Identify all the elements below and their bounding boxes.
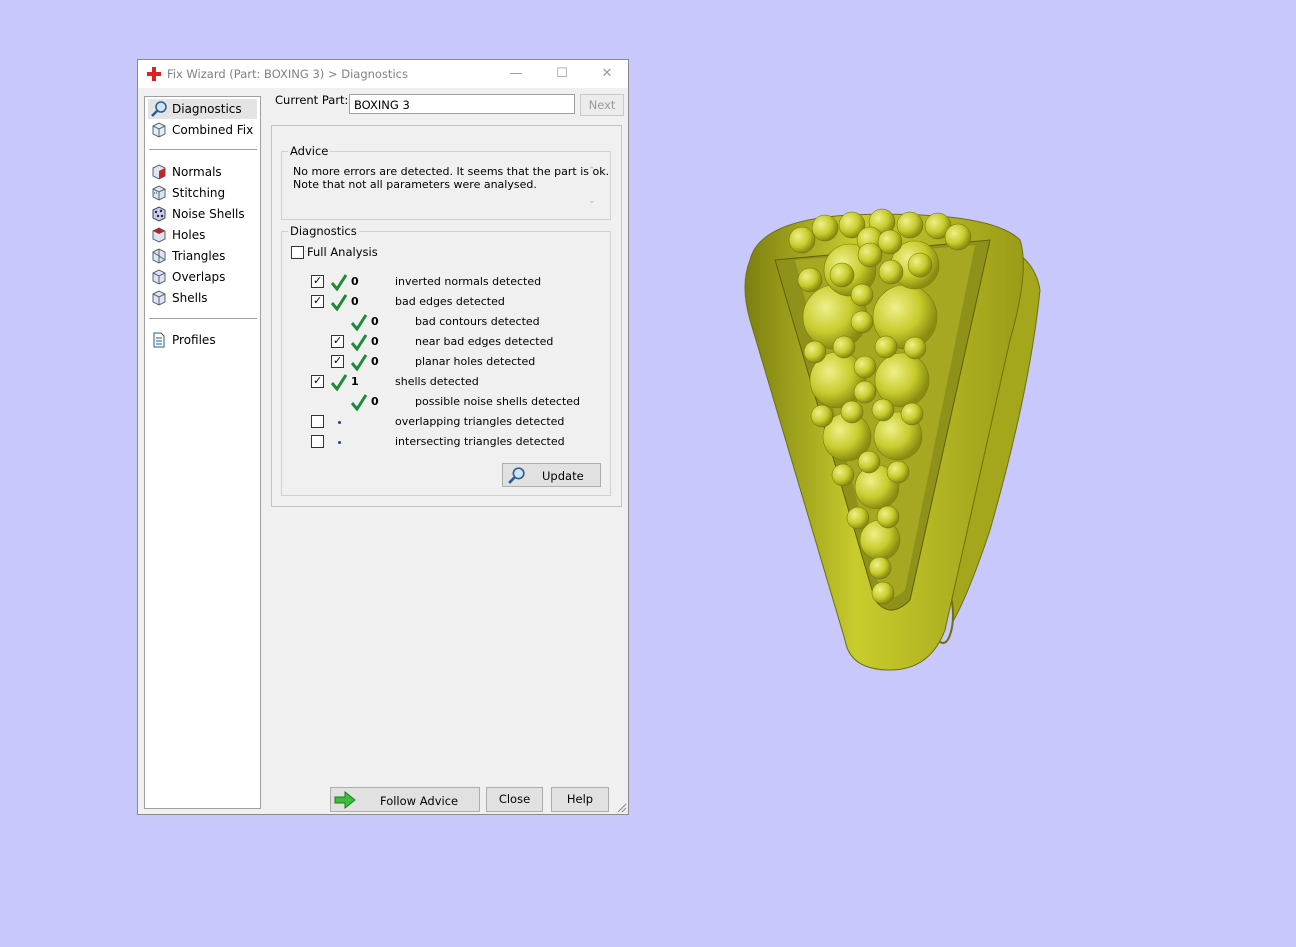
overlapping-triangles-label: overlapping triangles detected <box>395 415 565 428</box>
inverted-normals-count: 0 <box>351 275 359 288</box>
normals-cube-icon <box>152 164 166 180</box>
document-icon <box>153 332 165 348</box>
magnifier-icon <box>151 101 167 117</box>
diagnostics-panel: Advice No more errors are detected. It s… <box>271 125 622 507</box>
current-part-select[interactable]: BOXING 3 ⌄ <box>349 94 575 114</box>
nav-item-stitching[interactable]: Stitching <box>148 183 257 203</box>
near-bad-edges-label: near bad edges detected <box>415 335 554 348</box>
nav-item-label: Diagnostics <box>172 102 242 116</box>
full-analysis-checkbox[interactable] <box>291 246 304 259</box>
planar-holes-count: 0 <box>371 355 379 368</box>
cube-icon <box>152 122 166 138</box>
resize-grip-icon[interactable] <box>617 803 627 813</box>
checkmark-icon <box>330 294 348 311</box>
noise-shells-label: possible noise shells detected <box>415 395 581 408</box>
follow-advice-label: Follow Advice <box>380 794 459 808</box>
checkmark-icon <box>330 374 348 391</box>
shells-cube-icon <box>152 290 166 306</box>
scroll-down-icon[interactable]: ⌄ <box>588 196 596 206</box>
full-analysis-label: Full Analysis <box>307 245 378 259</box>
noise-shells-icon <box>152 206 166 222</box>
shells-checkbox[interactable]: ✓ <box>311 374 324 388</box>
advice-line-1: No more errors are detected. It seems th… <box>293 165 610 178</box>
fix-wizard-window: Fix Wizard (Part: BOXING 3) > Diagnostic… <box>137 59 629 815</box>
inverted-normals-label: inverted normals detected <box>395 275 542 288</box>
bad-edges-checkbox[interactable]: ✓ <box>311 294 324 308</box>
close-window-button[interactable]: ✕ <box>584 60 630 88</box>
title-bar[interactable]: Fix Wizard (Part: BOXING 3) > Diagnostic… <box>138 60 628 88</box>
current-part-label: Current Part: <box>275 93 349 107</box>
update-label: Update <box>542 469 584 483</box>
inverted-normals-checkbox[interactable]: ✓ <box>311 274 324 288</box>
intersecting-triangles-checkbox[interactable] <box>311 435 324 448</box>
nav-item-label: Profiles <box>172 333 216 347</box>
stitching-cube-icon <box>152 185 166 201</box>
nav-item-label: Noise Shells <box>172 207 245 221</box>
holes-cube-icon <box>152 227 166 243</box>
overlapping-triangles-checkbox[interactable] <box>311 415 324 428</box>
next-button[interactable]: Next <box>580 94 624 116</box>
checkmark-icon <box>350 334 368 351</box>
nav-divider <box>149 318 257 319</box>
window-title: Fix Wizard (Part: BOXING 3) > Diagnostic… <box>167 67 408 81</box>
nav-item-triangles[interactable]: Triangles <box>148 246 257 266</box>
minimize-button[interactable]: — <box>493 60 539 88</box>
red-cross-app-icon <box>147 67 161 81</box>
nav-item-label: Overlaps <box>172 270 226 284</box>
wizard-nav: Diagnostics Combined Fix Normals Stitchi… <box>144 96 261 809</box>
pending-dot-icon <box>338 441 341 444</box>
planar-holes-checkbox[interactable]: ✓ <box>331 354 344 368</box>
checkmark-icon <box>330 274 348 291</box>
close-button[interactable]: Close <box>486 787 543 812</box>
advice-group: Advice No more errors are detected. It s… <box>281 144 611 220</box>
maximize-button[interactable]: ☐ <box>539 60 585 88</box>
checkmark-icon <box>350 314 368 331</box>
nav-item-diagnostics[interactable]: Diagnostics <box>148 99 257 119</box>
bad-contours-count: 0 <box>371 315 379 328</box>
overlaps-cube-icon <box>152 269 166 285</box>
nav-item-label: Shells <box>172 291 208 305</box>
advice-text-box: No more errors are detected. It seems th… <box>291 165 609 211</box>
planar-holes-label: planar holes detected <box>415 355 536 368</box>
nav-divider <box>149 149 257 150</box>
nav-item-normals[interactable]: Normals <box>148 162 257 182</box>
scroll-up-icon[interactable]: ⌃ <box>588 166 596 176</box>
green-arrow-icon <box>334 791 356 809</box>
triangles-cube-icon <box>152 248 166 264</box>
nav-item-shells[interactable]: Shells <box>148 288 257 308</box>
follow-advice-button[interactable]: Follow Advice <box>330 787 480 812</box>
checkmark-icon <box>350 354 368 371</box>
bad-edges-label: bad edges detected <box>395 295 505 308</box>
advice-group-title: Advice <box>288 144 331 158</box>
nav-item-label: Triangles <box>172 249 226 263</box>
checkmark-icon <box>350 394 368 411</box>
intersecting-triangles-label: intersecting triangles detected <box>395 435 565 448</box>
nav-item-label: Combined Fix <box>172 123 254 137</box>
magnifier-icon <box>508 467 525 484</box>
help-button[interactable]: Help <box>551 787 609 812</box>
nav-item-holes[interactable]: Holes <box>148 225 257 245</box>
nav-item-noise-shells[interactable]: Noise Shells <box>148 204 257 224</box>
shells-count: 1 <box>351 375 359 388</box>
nav-item-label: Stitching <box>172 186 226 200</box>
shells-label: shells detected <box>395 375 479 388</box>
advice-line-2: Note that not all parameters were analys… <box>293 178 537 191</box>
nav-item-combined-fix[interactable]: Combined Fix <box>148 120 257 140</box>
bad-edges-count: 0 <box>351 295 359 308</box>
nav-item-overlaps[interactable]: Overlaps <box>148 267 257 287</box>
noise-shells-count: 0 <box>371 395 379 408</box>
nav-item-label: Normals <box>172 165 222 179</box>
pending-dot-icon <box>338 421 341 424</box>
diagnostics-group: Diagnostics Full Analysis ✓ 0 inverted n… <box>281 224 611 496</box>
ring-3d-model[interactable] <box>730 200 1050 680</box>
nav-item-label: Holes <box>172 228 206 242</box>
chevron-down-icon: ⌄ <box>354 97 363 108</box>
near-bad-edges-count: 0 <box>371 335 379 348</box>
near-bad-edges-checkbox[interactable]: ✓ <box>331 334 344 348</box>
nav-item-profiles[interactable]: Profiles <box>148 330 257 350</box>
bad-contours-label: bad contours detected <box>415 315 540 328</box>
diagnostics-group-title: Diagnostics <box>288 224 359 238</box>
update-button[interactable]: Update <box>502 463 601 487</box>
